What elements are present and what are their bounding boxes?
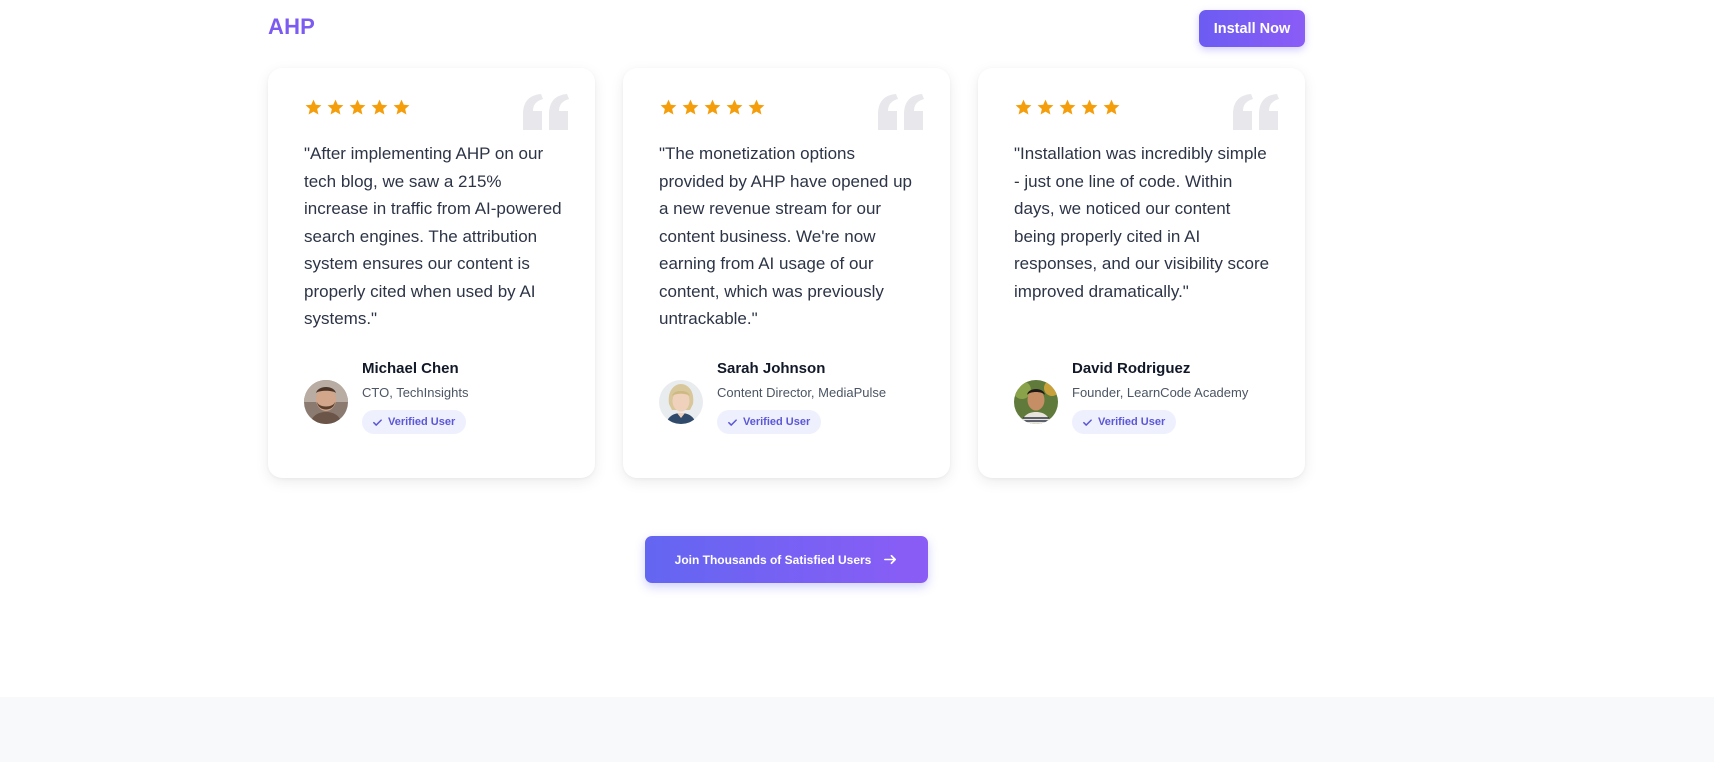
avatar [1014, 380, 1058, 424]
star-icon [1081, 99, 1098, 115]
top-navigation: AHP Install Now [0, 0, 1714, 58]
verified-label: Verified User [1098, 416, 1166, 428]
star-rating [1014, 98, 1121, 117]
testimonial-author: Sarah Johnson Content Director, MediaPul… [659, 360, 939, 440]
author-name: David Rodriguez [1072, 360, 1191, 377]
quote-icon [523, 94, 569, 130]
star-icon [371, 99, 388, 115]
testimonial-author: Michael Chen CTO, TechInsights Verified … [304, 360, 584, 440]
author-name: Sarah Johnson [717, 360, 826, 377]
star-rating [659, 98, 766, 117]
cta-label: Join Thousands of Satisfied Users [674, 552, 872, 567]
testimonial-card: "After implementing AHP on our tech blog… [268, 68, 595, 478]
logo[interactable]: AHP [268, 14, 315, 40]
testimonial-author: David Rodriguez Founder, LearnCode Acade… [1014, 360, 1294, 440]
install-now-button[interactable]: Install Now [1199, 10, 1305, 47]
star-icon [748, 99, 765, 115]
star-icon [305, 99, 322, 115]
join-users-button[interactable]: Join Thousands of Satisfied Users [645, 536, 928, 583]
check-icon [1083, 418, 1092, 426]
star-icon [726, 99, 743, 115]
star-icon [704, 99, 721, 115]
star-icon [1059, 99, 1076, 115]
avatar [304, 380, 348, 424]
author-role: Content Director, MediaPulse [717, 385, 887, 400]
star-icon [349, 99, 366, 115]
star-icon [393, 99, 410, 115]
star-icon [1103, 99, 1120, 115]
author-name: Michael Chen [362, 360, 459, 377]
author-role: CTO, TechInsights [362, 385, 469, 400]
avatar [659, 380, 703, 424]
author-role: Founder, LearnCode Academy [1072, 385, 1249, 400]
testimonial-quote: "The monetization options provided by AH… [659, 144, 912, 328]
star-icon [660, 99, 677, 115]
testimonial-quote: "After implementing AHP on our tech blog… [304, 144, 562, 328]
avatar-man-outdoor-icon [1014, 380, 1058, 424]
verified-label: Verified User [388, 416, 456, 428]
footer-section [0, 697, 1714, 762]
avatar-woman-blonde-icon [659, 380, 703, 424]
testimonial-card: "Installation was incredibly simple - ju… [978, 68, 1305, 478]
star-rating [304, 98, 411, 117]
check-icon [373, 418, 382, 426]
verified-badge: Verified User [1072, 410, 1177, 434]
check-icon [728, 418, 737, 426]
quote-icon [1233, 94, 1279, 130]
testimonials-grid: "After implementing AHP on our tech blog… [268, 68, 1305, 478]
verified-badge: Verified User [362, 410, 467, 434]
verified-label: Verified User [743, 416, 811, 428]
arrow-right-icon [884, 554, 897, 565]
testimonial-quote: "Installation was incredibly simple - ju… [1014, 144, 1270, 301]
star-icon [327, 99, 344, 115]
avatar-man-beard-icon [304, 380, 348, 424]
star-icon [1037, 99, 1054, 115]
star-icon [1015, 99, 1032, 115]
quote-icon [878, 94, 924, 130]
testimonial-card: "The monetization options provided by AH… [623, 68, 950, 478]
verified-badge: Verified User [717, 410, 822, 434]
star-icon [682, 99, 699, 115]
